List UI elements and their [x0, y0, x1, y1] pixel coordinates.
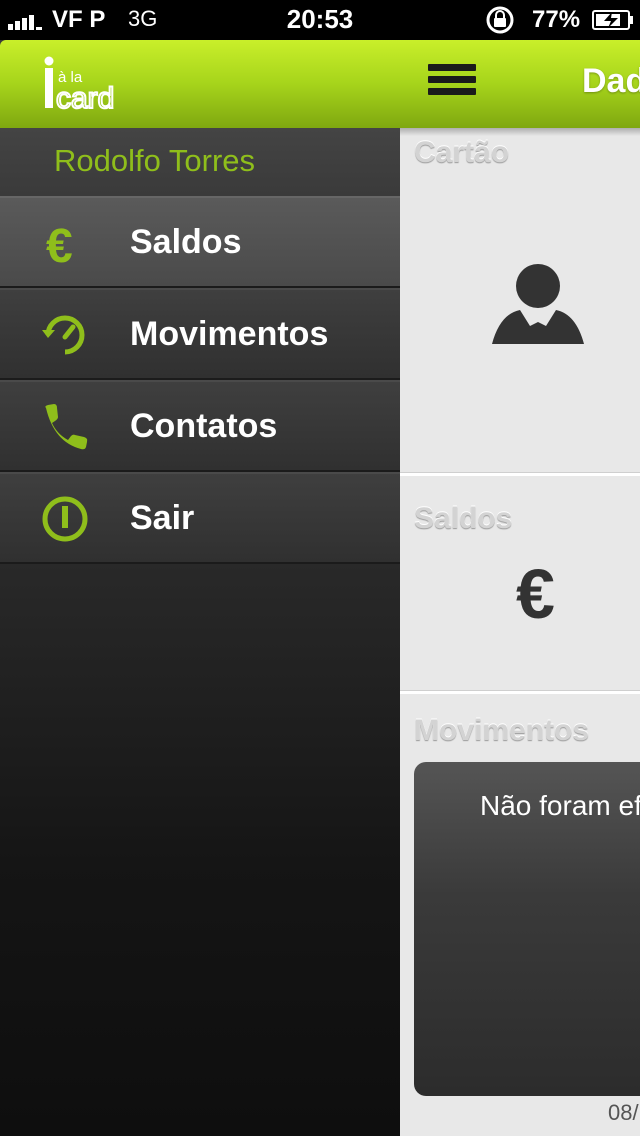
- sidebar-menu: à la card Rodolfo Torres € Saldos Movime…: [0, 40, 400, 1136]
- history-icon: [42, 315, 85, 355]
- section-divider: [400, 472, 640, 476]
- user-name: Rodolfo Torres: [0, 128, 400, 196]
- section-divider: [400, 690, 640, 694]
- power-icon: [42, 496, 88, 542]
- battery-percent: 77%: [532, 6, 581, 33]
- section-title-movimentos: Movimentos: [414, 714, 590, 747]
- page-title: Dad: [582, 62, 640, 100]
- main-panel: Dad Cartão Saldos € Movimentos Não foram…: [400, 40, 640, 1136]
- svg-text:card: card: [56, 82, 114, 114]
- main-header: Dad: [400, 40, 640, 128]
- rotation-lock-icon: [486, 6, 514, 34]
- section-title-saldos: Saldos: [414, 502, 513, 535]
- sidebar-item-label: Contatos: [130, 407, 278, 445]
- battery-charging-icon: [592, 10, 633, 30]
- menu-icon[interactable]: [428, 64, 476, 100]
- sidebar-header: à la card: [0, 40, 400, 128]
- person-icon: [492, 264, 584, 344]
- movements-date: 08/: [608, 1100, 639, 1125]
- sidebar-item-sair[interactable]: Sair: [0, 472, 400, 564]
- sidebar-item-label: Sair: [130, 499, 195, 537]
- sidebar-menu-list: € Saldos Movimentos Contatos Sair: [0, 196, 400, 564]
- section-title-cartao: Cartão: [414, 136, 510, 169]
- status-bar: VF P 3G 20:53 77%: [0, 0, 640, 40]
- sidebar-item-label: Saldos: [130, 223, 242, 261]
- phone-icon: [45, 404, 88, 450]
- sidebar-item-label: Movimentos: [130, 315, 329, 353]
- euro-icon: €: [46, 220, 73, 268]
- sidebar-item-saldos[interactable]: € Saldos: [0, 196, 400, 288]
- svg-text:€: €: [46, 220, 73, 268]
- movements-card: Não foram ef: [414, 762, 640, 1096]
- sidebar-item-movimentos[interactable]: Movimentos: [0, 288, 400, 380]
- euro-icon: €: [516, 555, 555, 633]
- app-logo: à la card: [44, 56, 115, 114]
- header-shadow: [400, 128, 640, 136]
- empty-movements-message: Não foram ef: [480, 790, 640, 821]
- sidebar-item-contatos[interactable]: Contatos: [0, 380, 400, 472]
